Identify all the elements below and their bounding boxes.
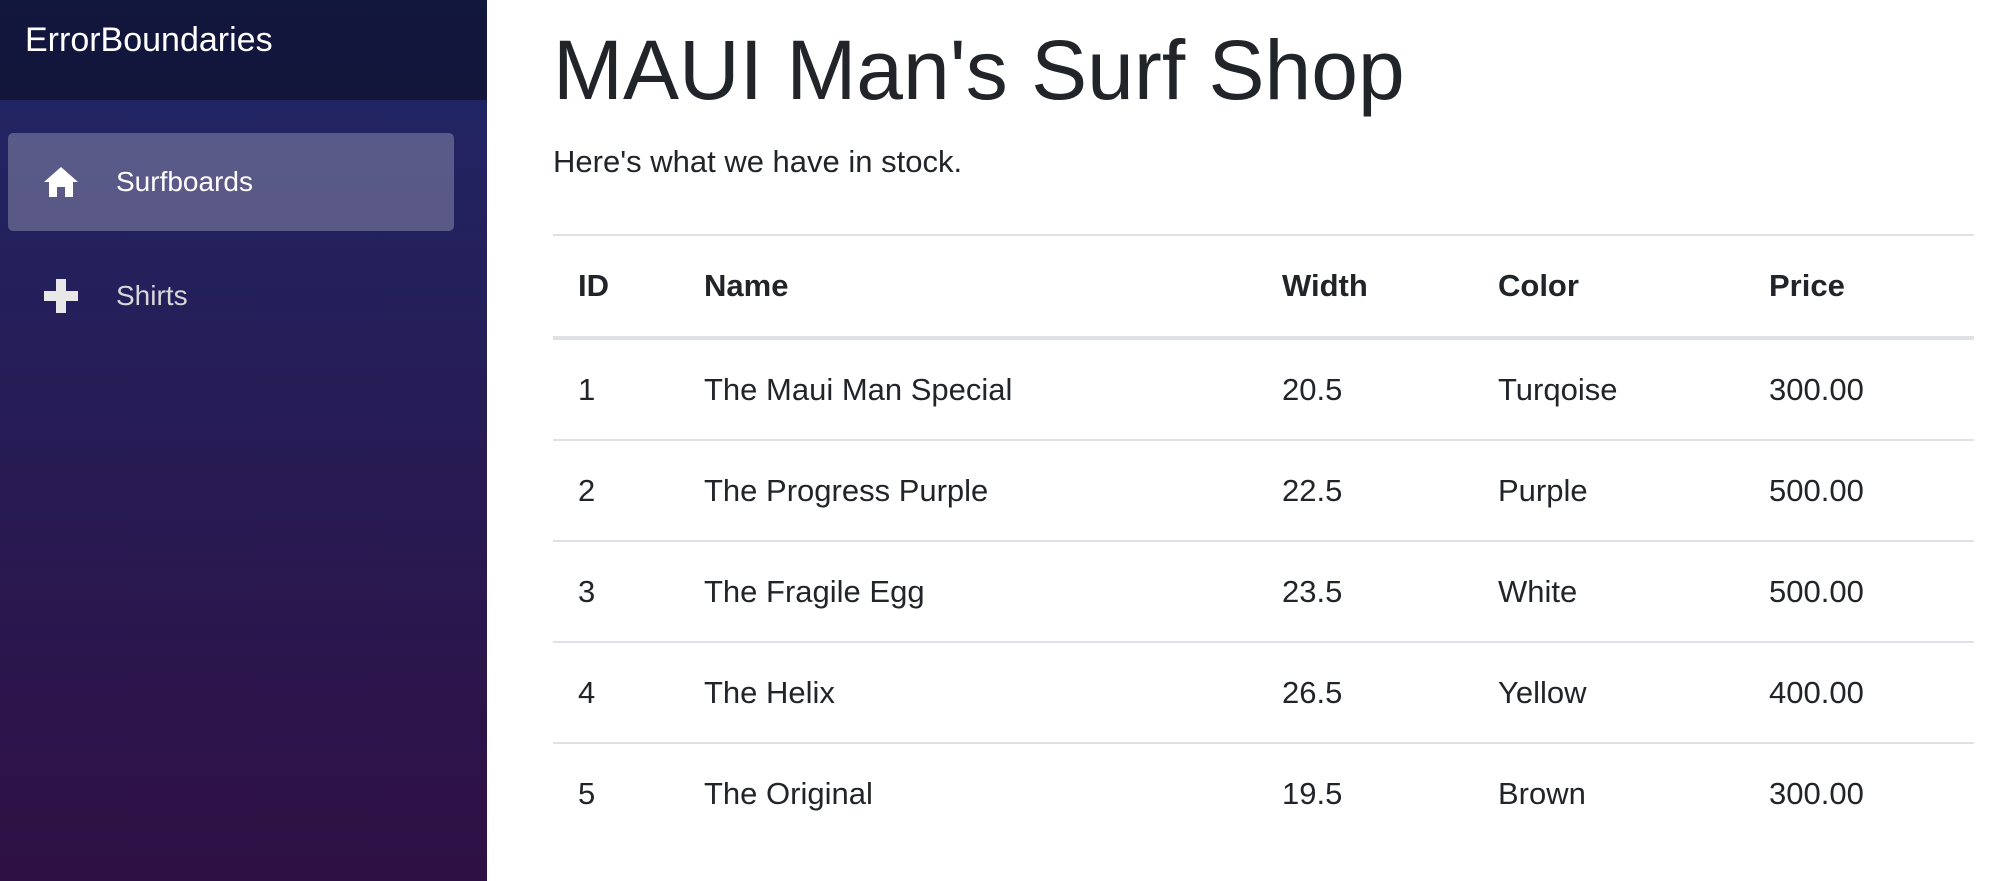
table-row: 4 The Helix 26.5 Yellow 400.00 bbox=[553, 642, 1974, 745]
nav-item-shirts[interactable]: Shirts bbox=[8, 247, 454, 345]
surfboards-table: ID Name Width Color Price 1 The Maui Man… bbox=[553, 234, 1974, 843]
cell-width: 23.5 bbox=[1257, 541, 1473, 644]
cell-price: 500.00 bbox=[1744, 440, 1974, 543]
nav-item-label: Shirts bbox=[116, 280, 188, 311]
cell-price: 500.00 bbox=[1744, 541, 1974, 644]
cell-id: 5 bbox=[578, 775, 596, 811]
cell-name: The Maui Man Special bbox=[679, 338, 1257, 442]
column-header-price: Price bbox=[1744, 234, 1974, 341]
column-header-id: ID bbox=[553, 234, 679, 341]
cell-name: The Fragile Egg bbox=[679, 541, 1257, 644]
sidebar: ErrorBoundaries Surfboards Shirts bbox=[0, 0, 487, 881]
nav-item-label: Surfboards bbox=[116, 166, 253, 197]
cell-width: 22.5 bbox=[1257, 440, 1473, 543]
cell-name: The Original bbox=[704, 775, 873, 811]
cell-price: 300.00 bbox=[1744, 338, 1974, 442]
table-header-row: ID Name Width Color Price bbox=[553, 234, 1974, 341]
page-subtitle: Here's what we have in stock. bbox=[553, 144, 963, 180]
cell-color: Yellow bbox=[1473, 642, 1744, 745]
cell-id: 4 bbox=[553, 642, 679, 745]
table-row: 5 The Original 19.5 Brown 300.00 bbox=[553, 743, 1974, 843]
table-row: 3 The Fragile Egg 23.5 White 500.00 bbox=[553, 541, 1974, 644]
cell-width: 19.5 bbox=[1282, 775, 1343, 811]
table-row: 2 The Progress Purple 22.5 Purple 500.00 bbox=[553, 440, 1974, 543]
nav-menu: Surfboards Shirts bbox=[0, 100, 487, 345]
cell-width: 20.5 bbox=[1257, 338, 1473, 442]
cell-id: 1 bbox=[553, 338, 679, 442]
cell-price: 400.00 bbox=[1744, 642, 1974, 745]
cell-color: White bbox=[1473, 541, 1744, 644]
cell-color: Turqoise bbox=[1473, 338, 1744, 442]
table-row: 1 The Maui Man Special 20.5 Turqoise 300… bbox=[553, 338, 1974, 442]
plus-icon bbox=[40, 275, 82, 317]
cell-id: 2 bbox=[553, 440, 679, 543]
home-icon bbox=[40, 161, 82, 203]
column-header-color: Color bbox=[1473, 234, 1744, 341]
column-header-width: Width bbox=[1257, 234, 1473, 341]
cell-id: 3 bbox=[553, 541, 679, 644]
nav-item-surfboards[interactable]: Surfboards bbox=[8, 133, 454, 231]
main-content: MAUI Man's Surf Shop Here's what we have… bbox=[487, 0, 2000, 881]
top-bar: ErrorBoundaries bbox=[0, 0, 487, 100]
cell-width: 26.5 bbox=[1257, 642, 1473, 745]
table-body: 1 The Maui Man Special 20.5 Turqoise 300… bbox=[553, 338, 1974, 843]
brand-link[interactable]: ErrorBoundaries bbox=[25, 21, 273, 60]
cell-color: Brown bbox=[1498, 775, 1586, 811]
page-title: MAUI Man's Surf Shop bbox=[553, 23, 1405, 117]
cell-color: Purple bbox=[1473, 440, 1744, 543]
table-header: ID Name Width Color Price bbox=[553, 234, 1974, 341]
column-header-name: Name bbox=[679, 234, 1257, 341]
app: ErrorBoundaries Surfboards Shirts MAUI M… bbox=[0, 0, 2000, 881]
cell-name: The Helix bbox=[679, 642, 1257, 745]
cell-price: 300.00 bbox=[1769, 775, 1864, 811]
cell-name: The Progress Purple bbox=[679, 440, 1257, 543]
